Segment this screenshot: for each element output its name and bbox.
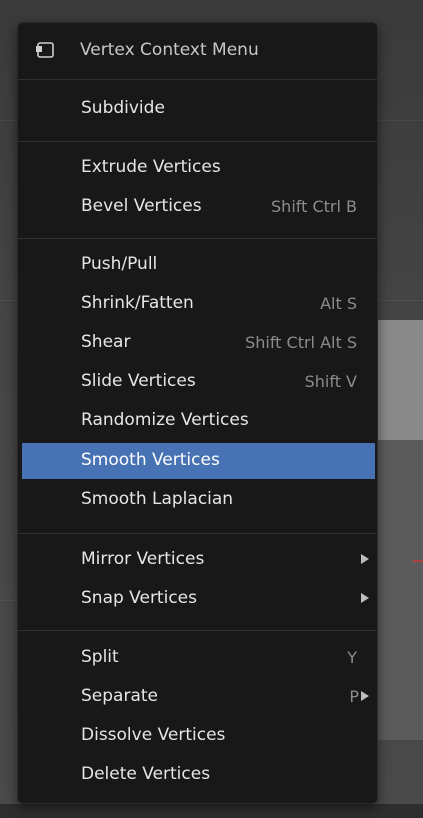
menu-item-subdivide[interactable]: Subdivide bbox=[22, 91, 375, 127]
menu-item-bevel-vertices[interactable]: Bevel Vertices Shift Ctrl B bbox=[22, 189, 375, 225]
submenu-arrow-icon bbox=[361, 691, 369, 701]
menu-separator bbox=[18, 141, 377, 142]
menu-panel-icon bbox=[36, 42, 54, 58]
menu-item-label: Shrink/Fatten bbox=[81, 293, 194, 313]
menu-item-separate[interactable]: Separate P bbox=[22, 679, 375, 715]
menu-item-shortcut: Y bbox=[347, 648, 357, 667]
menu-item-shear[interactable]: Shear Shift Ctrl Alt S bbox=[22, 325, 375, 361]
menu-item-randomize-vertices[interactable]: Randomize Vertices bbox=[22, 403, 375, 439]
menu-item-push-pull[interactable]: Push/Pull bbox=[22, 247, 375, 283]
menu-item-label: Dissolve Vertices bbox=[81, 725, 226, 745]
axis-line bbox=[413, 560, 423, 562]
menu-item-shortcut: Shift Ctrl B bbox=[271, 197, 357, 216]
menu-item-split[interactable]: Split Y bbox=[22, 640, 375, 676]
menu-item-label: Mirror Vertices bbox=[81, 549, 205, 569]
menu-item-label: Shear bbox=[81, 332, 131, 352]
menu-item-mirror-vertices[interactable]: Mirror Vertices bbox=[22, 542, 375, 578]
menu-separator bbox=[18, 533, 377, 534]
menu-item-shortcut: Alt S bbox=[320, 294, 357, 313]
menu-separator bbox=[18, 238, 377, 239]
menu-item-label: Bevel Vertices bbox=[81, 196, 202, 216]
viewport-bottom-strip bbox=[0, 804, 423, 818]
submenu-arrow-icon bbox=[361, 554, 369, 564]
menu-separator bbox=[18, 79, 377, 80]
menu-title: Vertex Context Menu bbox=[80, 40, 259, 60]
menu-item-label: Slide Vertices bbox=[81, 371, 196, 391]
menu-item-smooth-vertices[interactable]: Smooth Vertices bbox=[22, 443, 375, 479]
menu-item-label: Delete Vertices bbox=[81, 764, 211, 784]
vertex-context-menu: Vertex Context Menu Subdivide Extrude Ve… bbox=[17, 22, 378, 804]
menu-item-label: Push/Pull bbox=[81, 254, 158, 274]
menu-item-label: Randomize Vertices bbox=[81, 410, 249, 430]
menu-item-smooth-laplacian[interactable]: Smooth Laplacian bbox=[22, 482, 375, 518]
menu-item-label: Extrude Vertices bbox=[81, 157, 221, 177]
menu-item-label: Smooth Laplacian bbox=[81, 489, 234, 509]
menu-item-extrude-vertices[interactable]: Extrude Vertices bbox=[22, 150, 375, 186]
menu-separator bbox=[18, 630, 377, 631]
menu-item-label: Subdivide bbox=[81, 98, 165, 118]
menu-item-label: Separate bbox=[81, 686, 158, 706]
menu-item-label: Split bbox=[81, 647, 119, 667]
menu-item-label: Smooth Vertices bbox=[81, 450, 220, 470]
menu-header: Vertex Context Menu bbox=[18, 35, 377, 67]
menu-item-shortcut: P bbox=[349, 687, 359, 706]
menu-item-label: Snap Vertices bbox=[81, 588, 197, 608]
menu-item-delete-vertices[interactable]: Delete Vertices bbox=[22, 757, 375, 793]
menu-item-shortcut: Shift V bbox=[304, 372, 357, 391]
menu-item-shrink-fatten[interactable]: Shrink/Fatten Alt S bbox=[22, 286, 375, 322]
menu-item-dissolve-vertices[interactable]: Dissolve Vertices bbox=[22, 718, 375, 754]
menu-item-shortcut: Shift Ctrl Alt S bbox=[245, 333, 357, 352]
menu-item-snap-vertices[interactable]: Snap Vertices bbox=[22, 581, 375, 617]
menu-item-slide-vertices[interactable]: Slide Vertices Shift V bbox=[22, 364, 375, 400]
submenu-arrow-icon bbox=[361, 593, 369, 603]
